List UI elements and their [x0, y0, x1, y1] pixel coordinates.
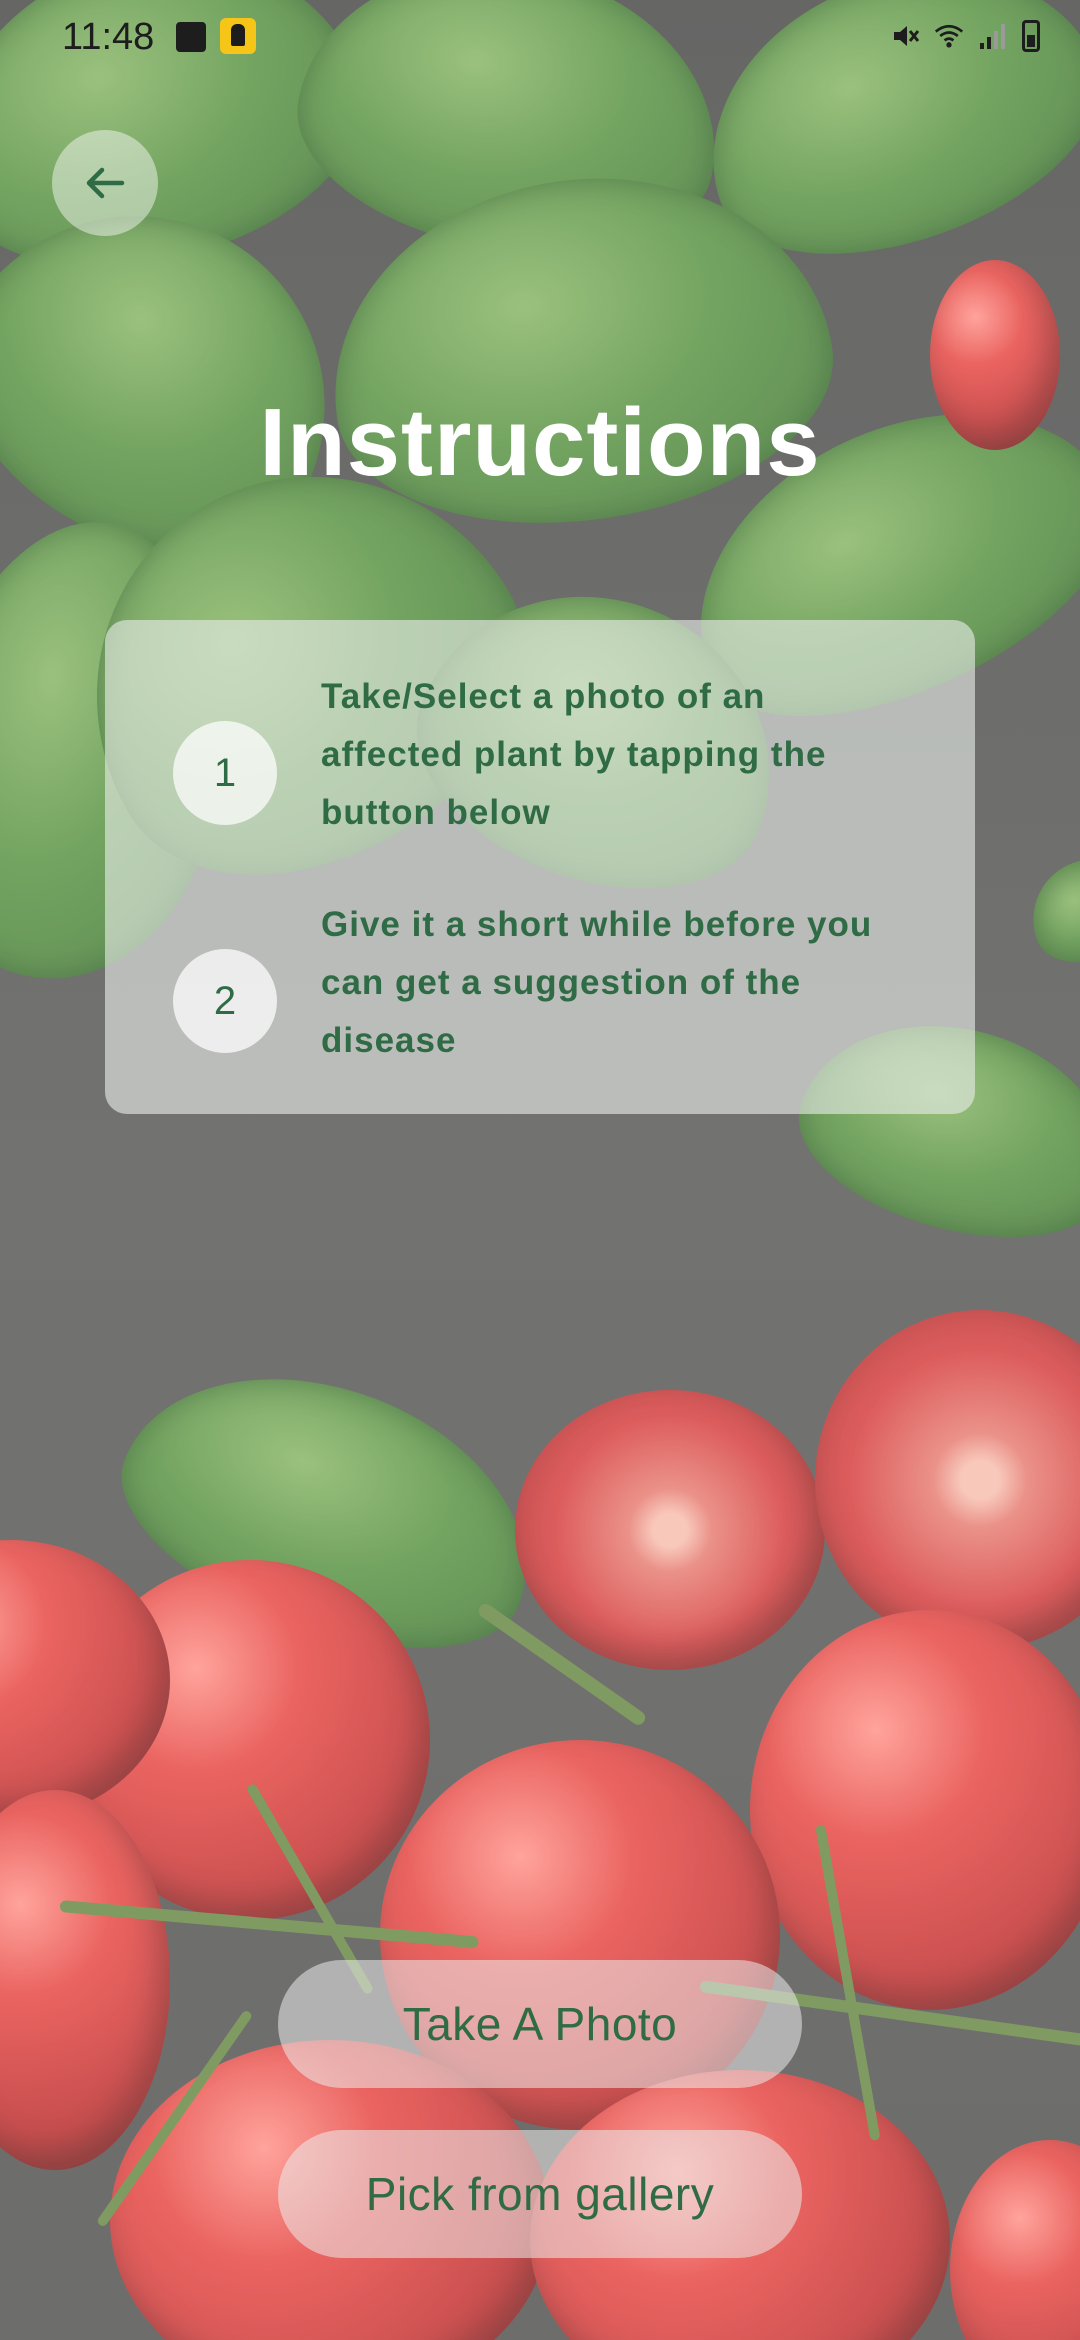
step-number-badge: 2	[173, 949, 277, 1053]
signal-icon	[980, 24, 1005, 49]
pick-from-gallery-button[interactable]: Pick from gallery	[278, 2130, 802, 2258]
arrow-left-icon	[86, 167, 125, 199]
step-text: Take/Select a photo of an affected plant…	[321, 677, 827, 832]
step-text: Give it a short while before you can get…	[321, 905, 873, 1060]
page-title: Instructions	[259, 389, 821, 496]
accessibility-icon	[220, 18, 256, 54]
mute-icon	[894, 26, 920, 46]
status-time: 11:48	[62, 16, 155, 58]
instructions-card: 1 Take/Select a photo of an affected pla…	[105, 620, 975, 1114]
battery-icon	[1022, 20, 1040, 52]
wifi-icon	[934, 24, 964, 48]
step-number-badge: 1	[173, 721, 277, 825]
image-icon	[176, 22, 206, 52]
status-bar: 11:48	[0, 0, 1080, 80]
take-photo-button[interactable]: Take A Photo	[278, 1960, 802, 2088]
back-button[interactable]	[52, 130, 158, 236]
